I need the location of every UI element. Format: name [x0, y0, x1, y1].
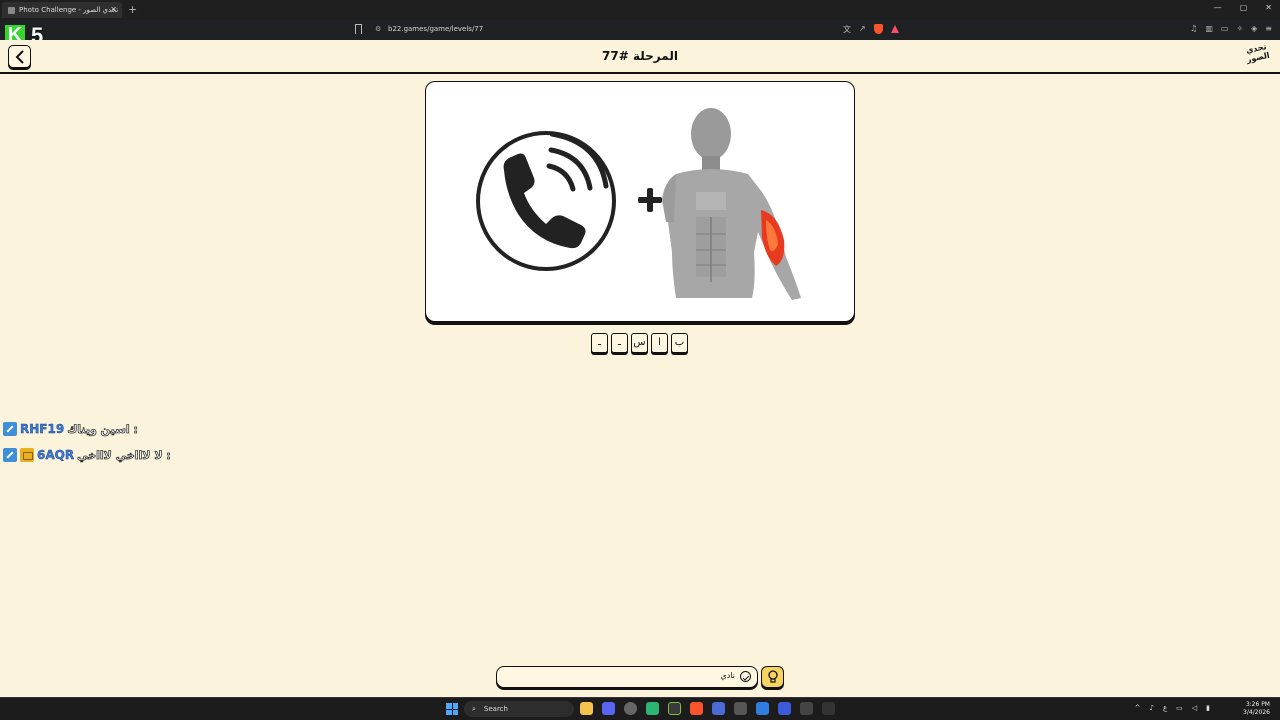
window-controls: — ▢ ✕ — [1214, 3, 1272, 12]
translate-icon[interactable]: 文 — [843, 24, 851, 35]
close-window-button[interactable]: ✕ — [1265, 3, 1272, 12]
chevron-left-icon — [15, 49, 24, 64]
site-info-icon[interactable]: ⚙ — [375, 25, 381, 33]
chat-message: 6AQR لا لاااخي لاااخي : — [3, 447, 171, 463]
chat-text: لا لاااخي لاااخي : — [77, 448, 171, 462]
app-icon[interactable] — [734, 702, 747, 715]
puzzle-image-card — [425, 81, 855, 322]
answer-input[interactable]: نادي — [496, 666, 758, 688]
puzzle-images — [476, 108, 801, 300]
xbox-icon[interactable] — [668, 702, 681, 715]
app-icon[interactable] — [822, 702, 835, 715]
hint-button[interactable] — [761, 666, 784, 688]
game-logo[interactable]: تحدي الصور — [1242, 41, 1275, 72]
submit-check-icon[interactable] — [740, 671, 751, 682]
address-bar-actions: 文 ↗ — [843, 24, 899, 35]
answer-input-value: نادي — [720, 671, 736, 680]
lightbulb-icon — [767, 670, 778, 683]
answer-slot[interactable]: ا — [651, 333, 668, 353]
tab-title: Photo Challenge - تحدي الصور — [19, 6, 119, 14]
windows-start-icon[interactable] — [446, 703, 458, 715]
brave-browser-icon[interactable] — [690, 702, 703, 715]
app-icon[interactable] — [712, 702, 725, 715]
app-icon[interactable] — [778, 702, 791, 715]
system-tray: ^ ♪ ع ▭ ◁ ▮ — [1135, 704, 1210, 712]
chat-message: RHF19 اسين ويناك : — [3, 421, 171, 437]
browser-tab[interactable]: Photo Challenge - تحدي الصور ✕ — [2, 2, 122, 18]
maximize-button[interactable]: ▢ — [1240, 3, 1248, 12]
file-explorer-icon[interactable] — [580, 702, 593, 715]
tab-close-icon[interactable]: ✕ — [110, 5, 117, 14]
taskbar-clock[interactable]: 3:26 PM 3/4/2026 — [1243, 701, 1270, 717]
level-title: المرحلة #77 — [602, 49, 678, 63]
language-indicator[interactable]: ع — [1163, 704, 1167, 712]
menu-icon[interactable]: ≡ — [1265, 24, 1272, 33]
clock-time: 3:26 PM — [1245, 701, 1270, 708]
taskbar-apps — [580, 702, 835, 715]
browser-tab-bar: Photo Challenge - تحدي الصور ✕ + — ▢ ✕ — [0, 0, 1280, 20]
brave-shield-icon[interactable] — [873, 24, 883, 34]
new-tab-button[interactable]: + — [128, 3, 137, 16]
chat-text: اسين ويناك : — [67, 422, 139, 436]
ai-assistant-icon[interactable]: ✧ — [1236, 24, 1243, 33]
os-taskbar: ⌕ Search ^ ♪ ع ▭ ◁ ▮ 3:26 PM 3/4/2026 — [0, 697, 1280, 720]
wallet-icon[interactable]: ▭ — [1221, 24, 1229, 33]
subscriber-badge-icon — [20, 448, 34, 462]
address-bar-row: ⚙ b22.games/game/levels/77 文 ↗ ♫ ▥ ▭ ✧ ◈… — [0, 20, 1280, 40]
volume-icon[interactable]: ◁ — [1192, 704, 1197, 712]
clock-date: 3/4/2026 — [1243, 709, 1270, 716]
back-button[interactable] — [8, 45, 31, 68]
url-field[interactable]: b22.games/game/levels/77 — [388, 25, 483, 33]
chat-username: 6AQR — [37, 448, 75, 462]
bookmark-icon[interactable] — [355, 24, 362, 34]
answer-slot[interactable]: س — [631, 333, 648, 353]
vpn-icon[interactable]: ◈ — [1251, 24, 1257, 33]
chevron-up-icon[interactable]: ^ — [1135, 704, 1141, 712]
search-icon: ⌕ — [472, 704, 476, 713]
answer-slot[interactable]: ب — [671, 333, 688, 353]
answer-slots: ـ ـ س ا ب — [591, 333, 688, 353]
game-header: المرحلة #77 تحدي الصور — [0, 40, 1280, 74]
taskbar-search[interactable]: ⌕ Search — [464, 701, 574, 717]
taskbar-search-label: Search — [483, 705, 508, 713]
plus-operator-icon — [638, 188, 662, 212]
app-icon[interactable] — [800, 702, 813, 715]
tab-favicon-icon — [8, 6, 15, 14]
moderator-badge-icon — [3, 448, 17, 462]
media-icon[interactable]: ♫ — [1190, 24, 1197, 33]
answer-slot[interactable]: ـ — [591, 333, 608, 353]
brave-rewards-icon[interactable] — [890, 25, 899, 33]
app-icon[interactable] — [646, 702, 659, 715]
arm-muscle-anatomy-image — [662, 108, 801, 300]
chat-username: RHF19 — [20, 422, 65, 436]
answer-slot[interactable]: ـ — [611, 333, 628, 353]
microphone-icon[interactable]: ♪ — [1149, 704, 1153, 712]
sidebar-icon[interactable]: ▥ — [1205, 24, 1213, 33]
phone-call-icon — [476, 131, 616, 271]
share-icon[interactable]: ↗ — [859, 24, 866, 35]
minimize-button[interactable]: — — [1214, 3, 1222, 12]
network-icon[interactable]: ▭ — [1176, 704, 1183, 712]
stream-chat-overlay: RHF19 اسين ويناك : 6AQR لا لاااخي لاااخي… — [3, 421, 171, 473]
app-icon[interactable] — [624, 702, 637, 715]
browser-toolbar: ♫ ▥ ▭ ✧ ◈ ≡ — [1190, 24, 1272, 33]
app-icon[interactable] — [756, 702, 769, 715]
battery-icon[interactable]: ▮ — [1206, 704, 1210, 712]
moderator-badge-icon — [3, 422, 17, 436]
discord-icon[interactable] — [602, 702, 615, 715]
